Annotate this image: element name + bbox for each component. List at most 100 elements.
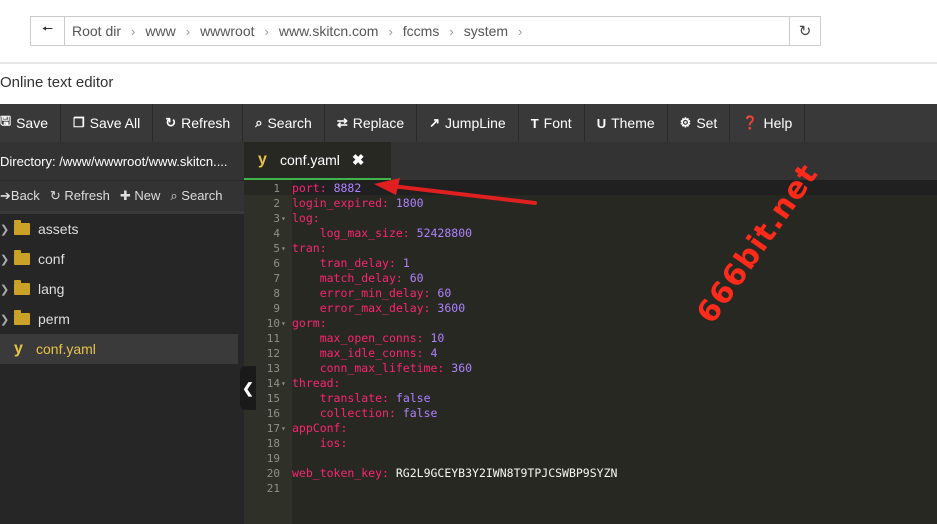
search-button[interactable]: ⌕ Search [243, 104, 325, 142]
tab-label: conf.yaml [280, 152, 340, 168]
code-line: 5 ▾ tran: [244, 241, 617, 256]
line-text [290, 451, 292, 466]
sidebar-back-button[interactable]: ➔Back [0, 188, 40, 204]
crumb-fccms[interactable]: fccms [403, 23, 440, 39]
yaml-key: error_min_delay: [319, 286, 431, 300]
annotation-arrow [374, 178, 537, 205]
code-line: 6 tran_delay: 1 [244, 256, 617, 271]
crumb-wwwroot[interactable]: wwwroot [200, 23, 254, 39]
line-number: 19 [266, 452, 280, 465]
chevron-right-icon: ❯ [0, 313, 10, 326]
line-text: conn_max_lifetime: 360 [290, 361, 472, 376]
text-icon: T [530, 115, 539, 131]
code-line: 12 max_idle_conns: 4 [244, 346, 617, 361]
yaml-key: match_delay: [319, 271, 403, 285]
fold-icon[interactable]: ▾ [281, 241, 290, 256]
back-arrow-button[interactable]: 🠔 [31, 17, 65, 45]
path-bar-area: 🠔 Root dir › www › wwwroot › www.skitcn.com… [0, 0, 937, 64]
font-button[interactable]: T Font [519, 104, 585, 142]
replace-icon: ⇄ [336, 115, 348, 130]
replace-button[interactable]: ⇄ Replace [325, 104, 418, 142]
refresh-button[interactable]: ↻ Refresh [153, 104, 244, 142]
refresh-icon: ↻ [165, 115, 177, 130]
path-refresh-button[interactable]: ↻ [789, 17, 820, 45]
line-text: translate: false [290, 391, 431, 406]
code-line: 3 ▾ log: [244, 211, 617, 226]
tree-item-perm[interactable]: ❯ perm [0, 304, 244, 334]
breadcrumb: Root dir › www › wwwroot › www.skitcn.com › … [72, 17, 532, 45]
help-icon: ❓ [742, 115, 759, 130]
path-bar: 🠔 Root dir › www › wwwroot › www.skitcn.com… [30, 16, 821, 46]
save-all-button[interactable]: ❐ Save All [61, 104, 154, 142]
line-text [290, 481, 292, 496]
code-line: 19 [244, 451, 617, 466]
yaml-value: 3600 [437, 301, 466, 315]
help-button[interactable]: ❓ Help [730, 104, 806, 142]
fold-icon[interactable]: ▾ [281, 316, 290, 331]
sidebar-refresh-label: Refresh [64, 188, 110, 203]
refresh-label: Refresh [181, 115, 231, 131]
crumb-root[interactable]: Root dir [72, 23, 121, 39]
tree-item-conf[interactable]: ❯ conf [0, 244, 244, 274]
theme-label: Theme [611, 115, 655, 131]
chevron-right-icon: ❯ [0, 223, 10, 236]
fold-icon[interactable]: ▾ [281, 376, 290, 391]
tree-item-label: perm [38, 311, 70, 327]
page-title: Online text editor [0, 74, 114, 91]
code-line: 4 log_max_size: 52428800 [244, 226, 617, 241]
code-editor[interactable]: 1 port: 8882 2 login_expired: 1800 3 ▾ log: … [244, 180, 937, 524]
folder-icon [14, 220, 30, 235]
theme-button[interactable]: U Theme [585, 104, 668, 142]
fold-icon[interactable]: ▾ [281, 211, 290, 226]
yaml-key: web_token_key: [292, 466, 389, 480]
yaml-value: false [395, 391, 431, 405]
crumb-site[interactable]: www.skitcn.com [279, 23, 379, 39]
line-number: 20 [266, 467, 280, 480]
save-button[interactable]: 🖫 Save [0, 104, 61, 142]
yaml-icon: y [258, 151, 267, 168]
editor-toolbar: 🖫 Save ❐ Save All ↻ Refresh ⌕ Search ⇄ Replac… [0, 104, 937, 142]
yaml-value: 8882 [333, 181, 362, 195]
sidebar-collapse-handle[interactable]: ❮ [240, 366, 256, 410]
line-text: max_idle_conns: 4 [290, 346, 438, 361]
fold-icon[interactable]: ▾ [281, 421, 290, 436]
chevron-right-icon: › [264, 23, 269, 39]
editor-tabs: y conf.yaml ✖ [244, 142, 937, 180]
line-text: tran_delay: 1 [290, 256, 410, 271]
save-label: Save [16, 115, 48, 131]
refresh-icon: ↻ [798, 23, 812, 40]
tree-item-lang[interactable]: ❯ lang [0, 274, 244, 304]
yaml-key: tran: [292, 241, 327, 255]
line-text: log: [290, 211, 320, 226]
line-number: 2 [273, 197, 280, 210]
line-text: thread: [290, 376, 340, 391]
close-icon[interactable]: ✖ [352, 151, 365, 169]
crumb-www[interactable]: www [145, 23, 175, 39]
tree-item-label: assets [38, 221, 79, 237]
magnet-icon: U [596, 115, 607, 131]
sidebar-refresh-button[interactable]: ↻ Refresh [50, 188, 110, 204]
font-label: Font [543, 115, 572, 131]
pin-icon: ↗ [429, 115, 441, 130]
crumb-system[interactable]: system [464, 23, 508, 39]
code-line: 16 collection: false [244, 406, 617, 421]
code-line: 13 conn_max_lifetime: 360 [244, 361, 617, 376]
line-text: gorm: [290, 316, 327, 331]
refresh-icon: ↻ [49, 188, 65, 203]
line-text: port: 8882 [290, 181, 361, 196]
yaml-value: 10 [430, 331, 445, 345]
tab-conf-yaml[interactable]: y conf.yaml ✖ [244, 142, 391, 180]
sidebar-new-button[interactable]: ✚ New [120, 188, 161, 204]
line-number: 12 [266, 347, 280, 360]
set-button[interactable]: ⚙ Set [668, 104, 731, 142]
chevron-right-icon: › [131, 23, 136, 39]
save-all-label: Save All [89, 115, 141, 131]
tree-item-conf-yaml[interactable]: y conf.yaml [0, 334, 238, 364]
arrow-right-icon: ➔ [0, 188, 11, 203]
file-tree: ❯ assets ❯ conf ❯ lang ❯ perm y conf.yaml [0, 214, 244, 524]
sidebar-search-button[interactable]: ⌕ Search [170, 188, 222, 204]
code-line: 18 ios: [244, 436, 617, 451]
line-text: ios: [290, 436, 348, 451]
jumpline-button[interactable]: ↗ JumpLine [417, 104, 519, 142]
tree-item-assets[interactable]: ❯ assets [0, 214, 244, 244]
